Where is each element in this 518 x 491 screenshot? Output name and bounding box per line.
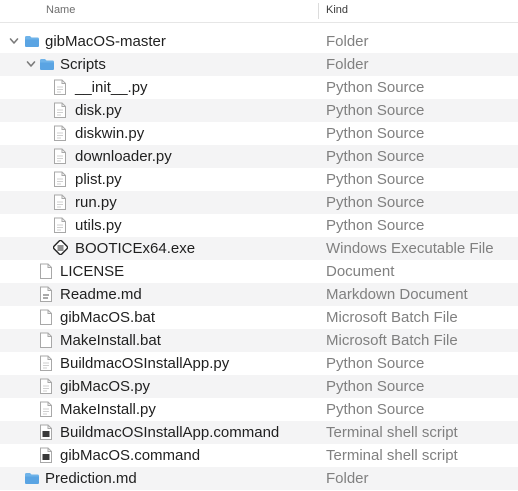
- kind-column-header[interactable]: Kind: [326, 4, 348, 16]
- file-name: BuildmacOSInstallApp.command: [60, 424, 280, 441]
- document-icon: [39, 332, 55, 349]
- file-name: plist.py: [75, 171, 122, 188]
- file-kind: Terminal shell script: [326, 447, 458, 464]
- name-column-header[interactable]: Name: [46, 4, 75, 16]
- python-file-icon: [39, 378, 55, 395]
- file-row[interactable]: __init__.py Python Source: [0, 76, 518, 99]
- python-file-icon: [39, 355, 55, 372]
- file-name: gibMacOS.command: [60, 447, 201, 464]
- document-icon: [39, 263, 55, 280]
- file-row[interactable]: BuildmacOSInstallApp.py Python Source: [0, 352, 518, 375]
- python-file-icon: [53, 125, 69, 142]
- file-kind: Microsoft Batch File: [326, 332, 458, 349]
- file-kind: Python Source: [326, 355, 425, 372]
- file-name: gibMacOS.bat: [60, 309, 156, 326]
- file-row[interactable]: LICENSE Document: [0, 260, 518, 283]
- file-kind: Python Source: [326, 378, 425, 395]
- file-name: diskwin.py: [75, 125, 145, 142]
- document-icon: [39, 309, 55, 326]
- file-row[interactable]: disk.py Python Source: [0, 99, 518, 122]
- python-file-icon: [53, 194, 69, 211]
- file-kind: Microsoft Batch File: [326, 309, 458, 326]
- column-header: Name Kind: [0, 0, 518, 23]
- file-name: LICENSE: [60, 263, 125, 280]
- file-row[interactable]: gibMacOS.py Python Source: [0, 375, 518, 398]
- chevron-down-icon[interactable]: [25, 56, 39, 72]
- file-name: run.py: [75, 194, 117, 211]
- python-file-icon: [53, 148, 69, 165]
- file-row[interactable]: run.py Python Source: [0, 191, 518, 214]
- file-name: __init__.py: [75, 79, 148, 96]
- python-file-icon: [53, 102, 69, 119]
- file-row[interactable]: BuildmacOSInstallApp.command Terminal she…: [0, 421, 518, 444]
- file-row[interactable]: Scripts Folder: [0, 53, 518, 76]
- file-name: utils.py: [75, 217, 122, 234]
- file-name: downloader.py: [75, 148, 172, 165]
- file-row[interactable]: BOOTICEx64.exe Windows Executable File: [0, 237, 518, 260]
- terminal-script-icon: [39, 424, 55, 441]
- file-name: Readme.md: [60, 286, 142, 303]
- file-kind: Python Source: [326, 79, 425, 96]
- file-kind: Python Source: [326, 217, 425, 234]
- python-file-icon: [53, 171, 69, 188]
- file-kind: Python Source: [326, 194, 425, 211]
- file-name: BOOTICEx64.exe: [75, 240, 196, 257]
- file-kind: Markdown Document: [326, 286, 468, 303]
- file-row[interactable]: MakeInstall.py Python Source: [0, 398, 518, 421]
- python-file-icon: [39, 401, 55, 418]
- file-name: gibMacOS-master: [45, 33, 166, 50]
- file-row[interactable]: Readme.md Markdown Document: [0, 283, 518, 306]
- file-kind: Terminal shell script: [326, 424, 458, 441]
- file-name: BuildmacOSInstallApp.py: [60, 355, 230, 372]
- file-row[interactable]: utils.py Python Source: [0, 214, 518, 237]
- file-row[interactable]: diskwin.py Python Source: [0, 122, 518, 145]
- file-name: MakeInstall.bat: [60, 332, 161, 349]
- file-kind: Python Source: [326, 102, 425, 119]
- folder-icon: [24, 33, 40, 50]
- file-kind: Folder: [326, 33, 369, 50]
- chevron-down-icon[interactable]: [8, 33, 22, 49]
- file-kind: Windows Executable File: [326, 240, 494, 257]
- folder-icon: [39, 56, 55, 73]
- file-row[interactable]: gibMacOS.command Terminal shell script: [0, 444, 518, 467]
- terminal-script-icon: [39, 447, 55, 464]
- file-kind: Folder: [326, 56, 369, 73]
- file-name: gibMacOS.py: [60, 378, 151, 395]
- file-name: Scripts: [60, 56, 106, 73]
- file-name: disk.py: [75, 102, 122, 119]
- file-row[interactable]: downloader.py Python Source: [0, 145, 518, 168]
- file-kind: Python Source: [326, 171, 425, 188]
- file-row[interactable]: MakeInstall.bat Microsoft Batch File: [0, 329, 518, 352]
- file-row[interactable]: plist.py Python Source: [0, 168, 518, 191]
- file-kind: Python Source: [326, 125, 425, 142]
- file-name: MakeInstall.py: [60, 401, 156, 418]
- file-kind: Document: [326, 263, 395, 280]
- file-kind: Python Source: [326, 148, 425, 165]
- file-kind: Python Source: [326, 401, 425, 418]
- markdown-file-icon: [39, 286, 55, 303]
- python-file-icon: [53, 79, 69, 96]
- file-row[interactable]: gibMacOS-master Folder: [0, 30, 518, 53]
- file-row[interactable]: gibMacOS.bat Microsoft Batch File: [0, 306, 518, 329]
- executable-file-icon: [52, 239, 69, 257]
- python-file-icon: [53, 217, 69, 234]
- file-row[interactable]: Prediction.md Folder: [0, 467, 518, 490]
- column-divider[interactable]: [318, 3, 319, 19]
